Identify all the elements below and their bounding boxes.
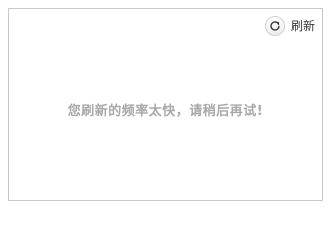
refresh-icon[interactable] xyxy=(264,16,285,36)
content-panel: 刷新 您刷新的频率太快，请稍后再试! xyxy=(8,8,323,201)
refresh-label[interactable]: 刷新 xyxy=(291,16,315,36)
refresh-button[interactable]: 刷新 xyxy=(264,16,315,36)
rate-limit-message: 您刷新的频率太快，请稍后再试! xyxy=(67,104,264,119)
